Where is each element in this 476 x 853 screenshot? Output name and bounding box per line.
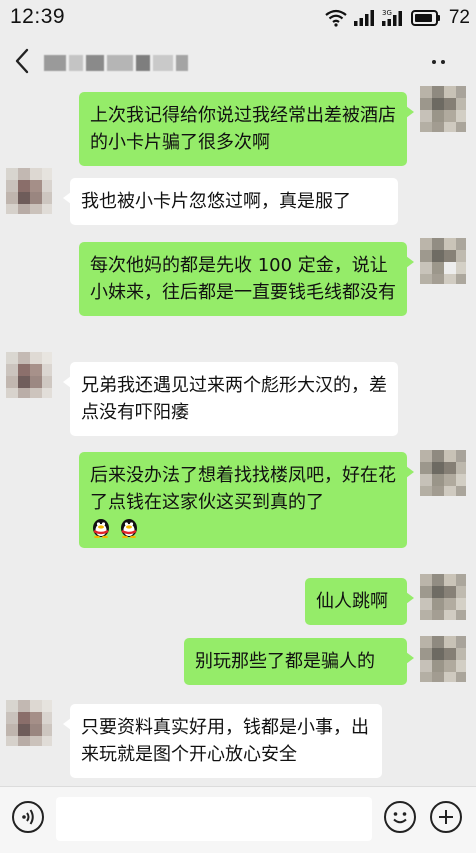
message-bubble-sent[interactable]: 上次我记得给你说过我经常出差被酒店的小卡片骗了很多次啊 (79, 92, 414, 166)
network-label: 3G (382, 9, 392, 17)
avatar[interactable] (420, 636, 466, 682)
avatar[interactable] (6, 700, 52, 746)
message-text: 上次我记得给你说过我经常出差被酒店的小卡片骗了很多次啊 (90, 105, 396, 153)
emoji-button[interactable] (384, 801, 416, 833)
qq-penguin-icon (93, 519, 109, 538)
message-text: 只要资料真实好用，钱都是小事，出来玩就是图个开心放心安全 (81, 717, 369, 765)
plus-button[interactable] (430, 801, 462, 833)
contact-name-blurred (44, 52, 194, 74)
plus-icon (439, 810, 453, 824)
message-text: 别玩那些了都是骗人的 (195, 651, 375, 672)
input-bar (0, 786, 476, 853)
qq-penguin-icon (121, 519, 137, 538)
more-dots-icon[interactable] (430, 54, 448, 66)
avatar[interactable] (6, 168, 52, 214)
message-bubble-sent[interactable]: 后来没办法了想着找找楼凤吧，好在花了点钱在这家伙这买到真的了 (79, 452, 414, 548)
signal-3g-icon: 3G (381, 9, 402, 26)
message-text: 兄弟我还遇见过来两个彪形大汉的，差点没有吓阳痿 (81, 375, 387, 423)
battery-level: 72 (448, 7, 470, 28)
message-text: 后来没办法了想着找找楼凤吧，好在花了点钱在这家伙这买到真的了 (90, 465, 396, 513)
avatar[interactable] (420, 86, 466, 132)
message-bubble-received[interactable]: 兄弟我还遇见过来两个彪形大汉的，差点没有吓阳痿 (63, 362, 398, 436)
chat-header (0, 36, 476, 86)
wifi-icon (325, 9, 347, 27)
avatar[interactable] (6, 352, 52, 398)
voice-button[interactable] (12, 801, 44, 833)
avatar[interactable] (420, 238, 466, 284)
signal-icon (353, 10, 374, 26)
message-bubble-sent[interactable]: 仙人跳啊 (305, 578, 414, 625)
status-icons: 3G 72 (325, 6, 470, 30)
message-text: 我也被小卡片忽悠过啊，真是服了 (81, 191, 351, 212)
message-text: 每次他妈的都是先收 100 定金，说让小妹来，往后都是一直要钱毛线都没有 (90, 255, 396, 303)
chevron-left-icon[interactable] (12, 47, 34, 75)
status-bar: 12:39 3G 72 (0, 0, 476, 36)
avatar[interactable] (420, 450, 466, 496)
avatar[interactable] (420, 574, 466, 620)
status-time: 12:39 (10, 5, 66, 28)
smiley-icon (393, 812, 407, 824)
message-list: 上次我记得给你说过我经常出差被酒店的小卡片骗了很多次啊 我也被小卡片忽悠过啊，真… (0, 86, 476, 784)
emoji-row (90, 516, 396, 538)
message-text: 仙人跳啊 (316, 591, 388, 612)
voice-icon (22, 809, 34, 825)
message-bubble-received[interactable]: 只要资料真实好用，钱都是小事，出来玩就是图个开心放心安全 (63, 704, 382, 778)
battery-icon (410, 10, 440, 26)
message-input[interactable] (56, 797, 372, 841)
message-bubble-sent[interactable]: 别玩那些了都是骗人的 (184, 638, 414, 685)
message-bubble-received[interactable]: 我也被小卡片忽悠过啊，真是服了 (63, 178, 398, 225)
message-bubble-sent[interactable]: 每次他妈的都是先收 100 定金，说让小妹来，往后都是一直要钱毛线都没有 (79, 242, 414, 316)
